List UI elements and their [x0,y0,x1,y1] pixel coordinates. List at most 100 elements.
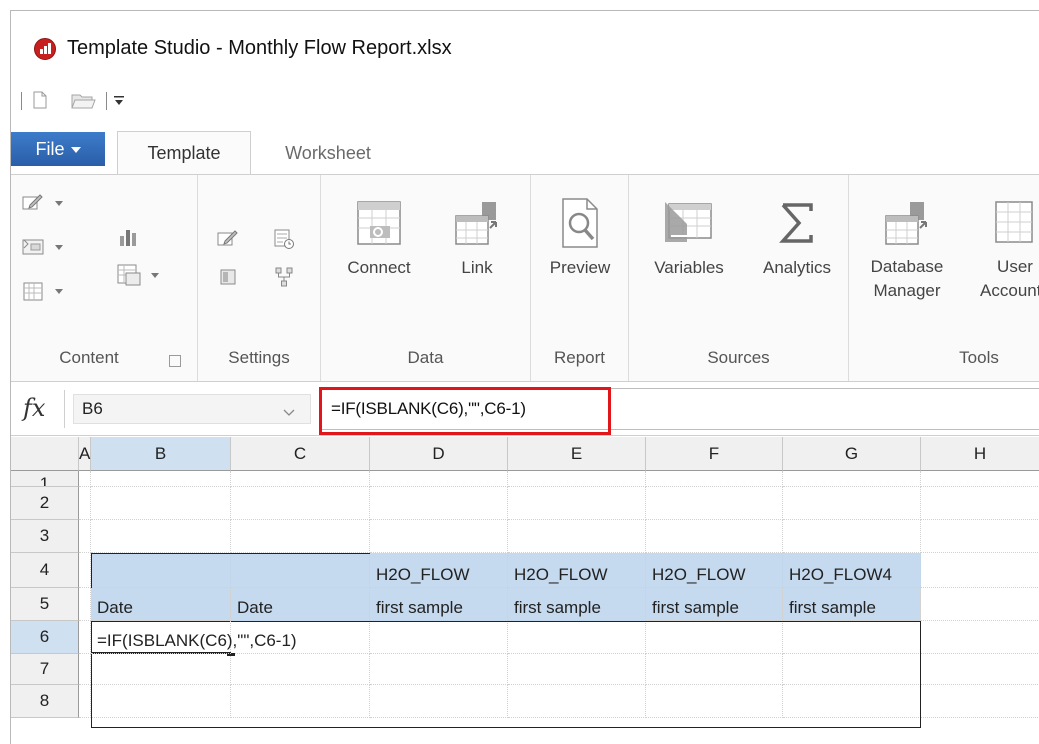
cell-a4[interactable] [79,553,91,588]
cell-e4[interactable]: H2O_FLOW [508,553,646,588]
open-folder-icon[interactable] [69,89,99,111]
cell-a3[interactable] [79,520,91,553]
cell-f1[interactable] [646,471,783,487]
cell-h5[interactable] [921,588,1039,621]
cell-b3[interactable] [91,520,231,553]
column-header-g[interactable]: G [783,437,921,471]
insert-field-icon[interactable] [19,233,47,261]
cell-a1[interactable] [79,471,91,487]
cell-g4[interactable]: H2O_FLOW4 [783,553,921,588]
cell-d7[interactable] [370,654,508,685]
cell-c3[interactable] [231,520,370,553]
column-header-a[interactable]: A [79,437,91,471]
name-box[interactable]: B6 [73,394,311,424]
cell-g7[interactable] [783,654,921,685]
cell-h1[interactable] [921,471,1039,487]
cell-a6[interactable] [79,621,91,654]
cell-d4[interactable]: H2O_FLOW [370,553,508,588]
cell-e6[interactable] [508,621,646,654]
cell-f3[interactable] [646,520,783,553]
cell-f6[interactable] [646,621,783,654]
edit-cell-icon[interactable] [19,189,47,217]
cell-b5[interactable]: Date [91,588,231,621]
column-header-e[interactable]: E [508,437,646,471]
tab-worksheet[interactable]: Worksheet [261,131,395,175]
table-data-icon[interactable] [115,261,143,289]
cell-e2[interactable] [508,487,646,520]
column-header-b[interactable]: B [91,437,231,471]
sheet-settings-icon[interactable] [214,263,242,291]
chevron-down-icon[interactable] [55,245,63,250]
cell-e7[interactable] [508,654,646,685]
database-manager-button[interactable]: Database Manager [855,175,959,303]
column-header-f[interactable]: F [646,437,783,471]
row-header-2[interactable]: 2 [11,487,79,520]
user-accounts-button[interactable]: User Accounts [963,175,1039,303]
link-button[interactable]: Link [433,175,521,281]
cell-c7[interactable] [231,654,370,685]
cell-d8[interactable] [370,685,508,718]
schedule-icon[interactable] [270,225,298,253]
cell-d3[interactable] [370,520,508,553]
variables-button[interactable]: Variables [635,175,743,281]
cell-c8[interactable] [231,685,370,718]
cell-f7[interactable] [646,654,783,685]
cell-c2[interactable] [231,487,370,520]
cell-h6[interactable] [921,621,1039,654]
chevron-down-icon[interactable] [283,409,295,417]
cell-h4[interactable] [921,553,1039,588]
cell-h8[interactable] [921,685,1039,718]
cell-g1[interactable] [783,471,921,487]
preview-button[interactable]: Preview [533,175,627,281]
cell-b7[interactable] [91,654,231,685]
cell-g6[interactable] [783,621,921,654]
spreadsheet-grid[interactable]: A B C D E F G H 1 2 3 4 H2O_FLOW H2O_FLOW H2O_FLOW H2O_… [11,437,1039,744]
cell-a2[interactable] [79,487,91,520]
chevron-down-icon[interactable] [55,289,63,294]
cell-e5[interactable]: first sample [508,588,646,621]
cell-h7[interactable] [921,654,1039,685]
row-header-3[interactable]: 3 [11,520,79,553]
row-header-1[interactable]: 1 [11,471,79,487]
column-header-h[interactable]: H [921,437,1039,471]
chevron-down-icon[interactable] [55,201,63,206]
cell-g2[interactable] [783,487,921,520]
edit-settings-icon[interactable] [214,225,242,253]
cell-b8[interactable] [91,685,231,718]
row-header-6[interactable]: 6 [11,621,79,654]
cell-e8[interactable] [508,685,646,718]
cell-c5[interactable]: Date [231,588,370,621]
fx-icon[interactable]: fx [23,394,45,422]
file-menu-button[interactable]: File [11,132,105,166]
cell-d1[interactable] [370,471,508,487]
analytics-button[interactable]: Analytics [747,175,847,281]
cell-c4[interactable] [231,553,370,588]
cell-g5[interactable]: first sample [783,588,921,621]
cell-f5[interactable]: first sample [646,588,783,621]
cell-d6[interactable] [370,621,508,654]
cell-a7[interactable] [79,654,91,685]
connect-button[interactable]: Connect [329,175,429,281]
cell-b2[interactable] [91,487,231,520]
calendar-field-icon[interactable] [19,277,47,305]
chevron-down-icon[interactable] [151,273,159,278]
cell-e1[interactable] [508,471,646,487]
cell-c1[interactable] [231,471,370,487]
cell-b6[interactable]: =IF(ISBLANK(C6),"",C6-1) [91,621,297,654]
cell-h2[interactable] [921,487,1039,520]
customize-dropdown-icon[interactable] [111,89,127,111]
row-header-4[interactable]: 4 [11,553,79,588]
cell-g3[interactable] [783,520,921,553]
cell-d2[interactable] [370,487,508,520]
cell-f8[interactable] [646,685,783,718]
cell-f2[interactable] [646,487,783,520]
hierarchy-icon[interactable] [270,263,298,291]
dialog-launcher-icon[interactable] [169,355,181,367]
cell-e3[interactable] [508,520,646,553]
cell-g8[interactable] [783,685,921,718]
column-header-d[interactable]: D [370,437,508,471]
cell-b4[interactable] [91,553,231,588]
column-header-c[interactable]: C [231,437,370,471]
row-header-7[interactable]: 7 [11,654,79,685]
cell-f4[interactable]: H2O_FLOW [646,553,783,588]
